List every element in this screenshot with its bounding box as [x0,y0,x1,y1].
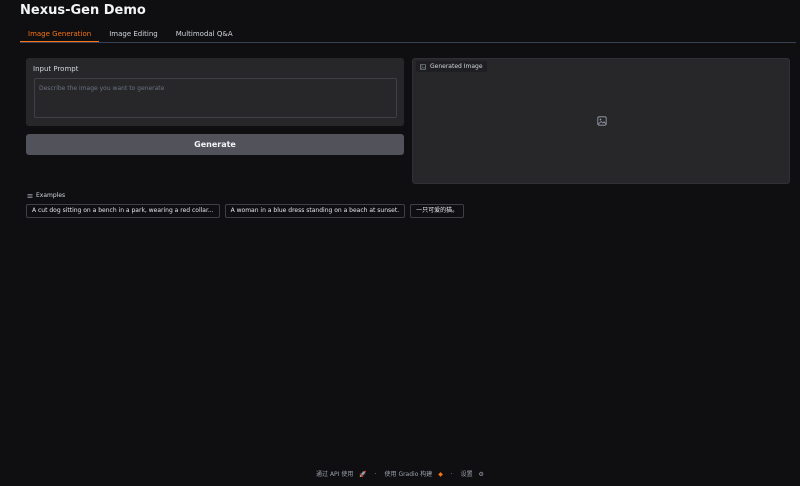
footer-api-link[interactable]: 通过 API 使用 🚀 [314,471,371,478]
gear-icon: ⚙ [478,471,484,478]
prompt-input[interactable] [34,78,397,118]
generated-image-panel: Generated Image [412,58,790,184]
generate-button[interactable]: Generate [26,134,404,155]
tab-image-editing[interactable]: Image Editing [101,27,166,42]
footer-built-text: 使用 Gradio 构建 [384,471,433,478]
footer-api-text: 通过 API 使用 [316,471,354,478]
example-item[interactable]: A cut dog sitting on a bench in a park, … [26,204,220,218]
footer-separator: · [374,471,377,478]
examples-list: A cut dog sitting on a bench in a park, … [26,204,465,218]
generated-image-label-text: Generated Image [430,63,483,70]
prompt-block: Input Prompt [26,58,404,126]
footer: 通过 API 使用 🚀 · 使用 Gradio 构建 ◆ · 设置 ⚙ [0,469,800,478]
generated-image-label: Generated Image [416,61,487,72]
list-icon [27,193,33,198]
image-icon [420,63,426,70]
prompt-label: Input Prompt [33,65,79,73]
tab-bar: Image Generation Image Editing Multimoda… [20,27,796,43]
footer-settings-link[interactable]: 设置 ⚙ [459,471,486,478]
footer-gradio-link[interactable]: 使用 Gradio 构建 ◆ [383,471,447,478]
example-item[interactable]: 一只可爱的猫。 [410,204,465,218]
rocket-icon: 🚀 [359,471,367,478]
image-placeholder-icon [597,116,607,126]
example-item[interactable]: A woman in a blue dress standing on a be… [224,204,406,218]
gradio-logo-icon: ◆ [438,471,443,478]
app-title: Nexus-Gen Demo [20,3,146,18]
tab-image-generation[interactable]: Image Generation [20,27,100,42]
examples-label-text: Examples [36,192,66,199]
tab-multimodal-qa[interactable]: Multimodal Q&A [168,27,241,42]
app-root: Nexus-Gen Demo Image Generation Image Ed… [0,0,800,486]
footer-settings-text: 设置 [460,471,473,478]
examples-label: Examples [27,192,65,199]
footer-separator: · [450,471,453,478]
